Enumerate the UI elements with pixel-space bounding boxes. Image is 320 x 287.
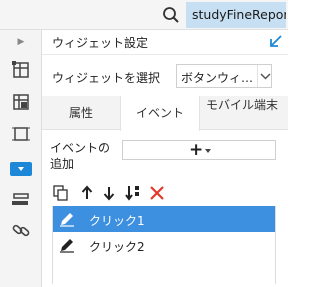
event-label: クリック1 (89, 214, 145, 228)
widget-select-value: ボタンウィ… (181, 71, 254, 85)
panel-header: ウィジェット設定 (42, 30, 288, 55)
sort-icon[interactable] (124, 184, 142, 202)
top-bar: studyFineReport (0, 0, 288, 30)
border-frame-icon[interactable] (11, 124, 31, 144)
tab-mobile[interactable]: モバイル端末 (200, 96, 288, 130)
plus-icon: + (189, 140, 204, 160)
event-label: クリック2 (89, 240, 145, 254)
caret-down-icon (205, 149, 211, 153)
expand-arrow-icon[interactable] (269, 34, 283, 48)
copy-icon[interactable] (52, 184, 70, 202)
chevron-right-icon[interactable]: ▶ (16, 36, 26, 48)
list-layers-icon[interactable] (11, 190, 31, 210)
dataset-icon[interactable] (11, 92, 31, 112)
chevron-down-icon[interactable] (257, 65, 272, 87)
move-down-icon[interactable] (100, 184, 118, 202)
table-layout-icon[interactable] (11, 60, 31, 80)
add-event-button[interactable]: + (122, 140, 276, 160)
user-name-chip[interactable]: studyFineReport (186, 2, 286, 28)
add-event-label: イベントの追加 (50, 141, 111, 171)
settings-tabs: 属性 イベント モバイル端末 (42, 96, 288, 131)
panel-title: ウィジェット設定 (52, 36, 149, 50)
widget-select[interactable]: ボタンウィ… (176, 64, 272, 88)
pencil-icon (59, 237, 75, 253)
left-sidebar: ▶ (0, 30, 42, 287)
list-item[interactable]: クリック2 (53, 232, 275, 258)
tab-attributes[interactable]: 属性 (42, 96, 120, 130)
tab-events[interactable]: イベント (120, 96, 200, 131)
list-item[interactable]: クリック1 (53, 206, 275, 232)
move-up-icon[interactable] (78, 184, 96, 202)
delete-icon[interactable] (148, 184, 166, 202)
widget-dropdown-icon[interactable] (10, 162, 32, 176)
event-list: クリック1 クリック2 (52, 206, 276, 284)
pencil-icon (59, 211, 75, 227)
widget-select-label: ウィジェットを選択 (52, 71, 161, 85)
search-icon[interactable] (162, 6, 180, 24)
link-icon[interactable] (11, 220, 31, 240)
widget-settings-panel: ウィジェット設定 ウィジェットを選択 ボタンウィ… 属性 イベント モバイル端末… (42, 30, 288, 287)
event-toolbar (52, 182, 276, 206)
